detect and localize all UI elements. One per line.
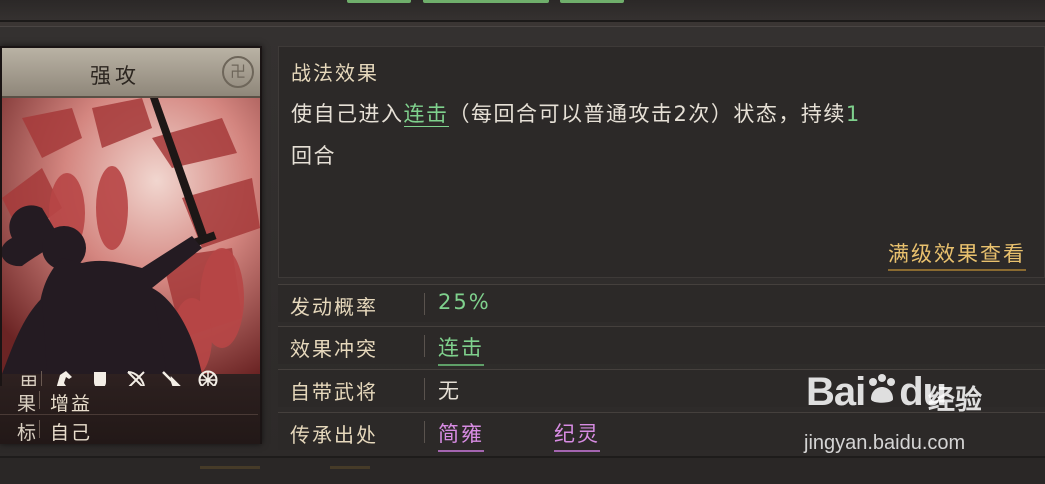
stat-row-conflict: 效果冲突 连击: [278, 326, 1045, 366]
skill-card: 强攻 卍 用: [0, 46, 262, 444]
card-title: 强攻: [90, 64, 140, 88]
card-title-bar: 强攻 卍: [2, 48, 260, 98]
effect-section: 战法效果 使自己进入连击（每回合可以普通攻击2次）状态，持续1 回合 满级效果查看: [278, 46, 1045, 278]
tab-indicator[interactable]: [347, 0, 411, 3]
watermark-url: jingyan.baidu.com: [804, 432, 966, 454]
watermark-cn: 经验: [928, 385, 982, 416]
paw-icon: [869, 374, 896, 403]
top-tab-strip: [0, 0, 1045, 22]
divider: [424, 421, 425, 443]
target-value: 自己: [50, 422, 93, 444]
innate-general-value: 无: [438, 379, 461, 403]
divider: [39, 420, 40, 438]
stat-label: 效果冲突: [290, 337, 378, 361]
divider: [200, 466, 260, 469]
effect-category-value: 增益: [50, 393, 93, 415]
conflict-link[interactable]: 连击: [438, 332, 484, 366]
tab-indicator[interactable]: [560, 0, 624, 3]
divider: [330, 466, 370, 469]
inherit-general-link[interactable]: 简雍: [438, 418, 484, 452]
section-title: 战法效果: [291, 61, 379, 85]
divider: [39, 391, 40, 409]
keyword-link[interactable]: 连击: [403, 102, 449, 127]
max-level-effect-link[interactable]: 满级效果查看: [888, 238, 1026, 271]
trigger-rate-value: 25%: [438, 290, 491, 314]
stat-label: 传承出处: [290, 423, 378, 447]
inherit-general-link[interactable]: 纪灵: [554, 418, 600, 452]
info-row-effect: 果 增益: [0, 386, 258, 415]
skill-artwork: [2, 98, 260, 374]
turn-count: 1: [845, 102, 861, 126]
desc-text: 使自己进入: [291, 102, 404, 126]
card-info-lower: 果 增益 标 自己: [0, 386, 260, 444]
info-key: 果: [16, 393, 36, 415]
bottom-strip: [0, 456, 1045, 484]
seal-icon: 卍: [222, 56, 254, 88]
stat-label: 自带武将: [290, 380, 378, 404]
info-key: 标: [16, 422, 36, 444]
divider: [424, 378, 425, 400]
desc-text: （每回合可以普通攻击2次）状态，持续: [448, 102, 846, 126]
desc-text: 回合: [291, 144, 336, 168]
divider: [424, 293, 425, 315]
baidu-jingyan-watermark: Bai du 经验 jingyan.baidu.com: [796, 370, 1006, 460]
tab-indicator[interactable]: [423, 0, 549, 3]
divider: [424, 335, 425, 357]
watermark-brand: Bai du: [806, 370, 947, 414]
info-row-target: 标 自己: [0, 415, 258, 444]
stat-label: 发动概率: [290, 295, 378, 319]
stat-row-trigger: 发动概率 25%: [278, 284, 1045, 322]
effect-description: 使自己进入连击（每回合可以普通攻击2次）状态，持续1 回合: [291, 93, 1031, 177]
